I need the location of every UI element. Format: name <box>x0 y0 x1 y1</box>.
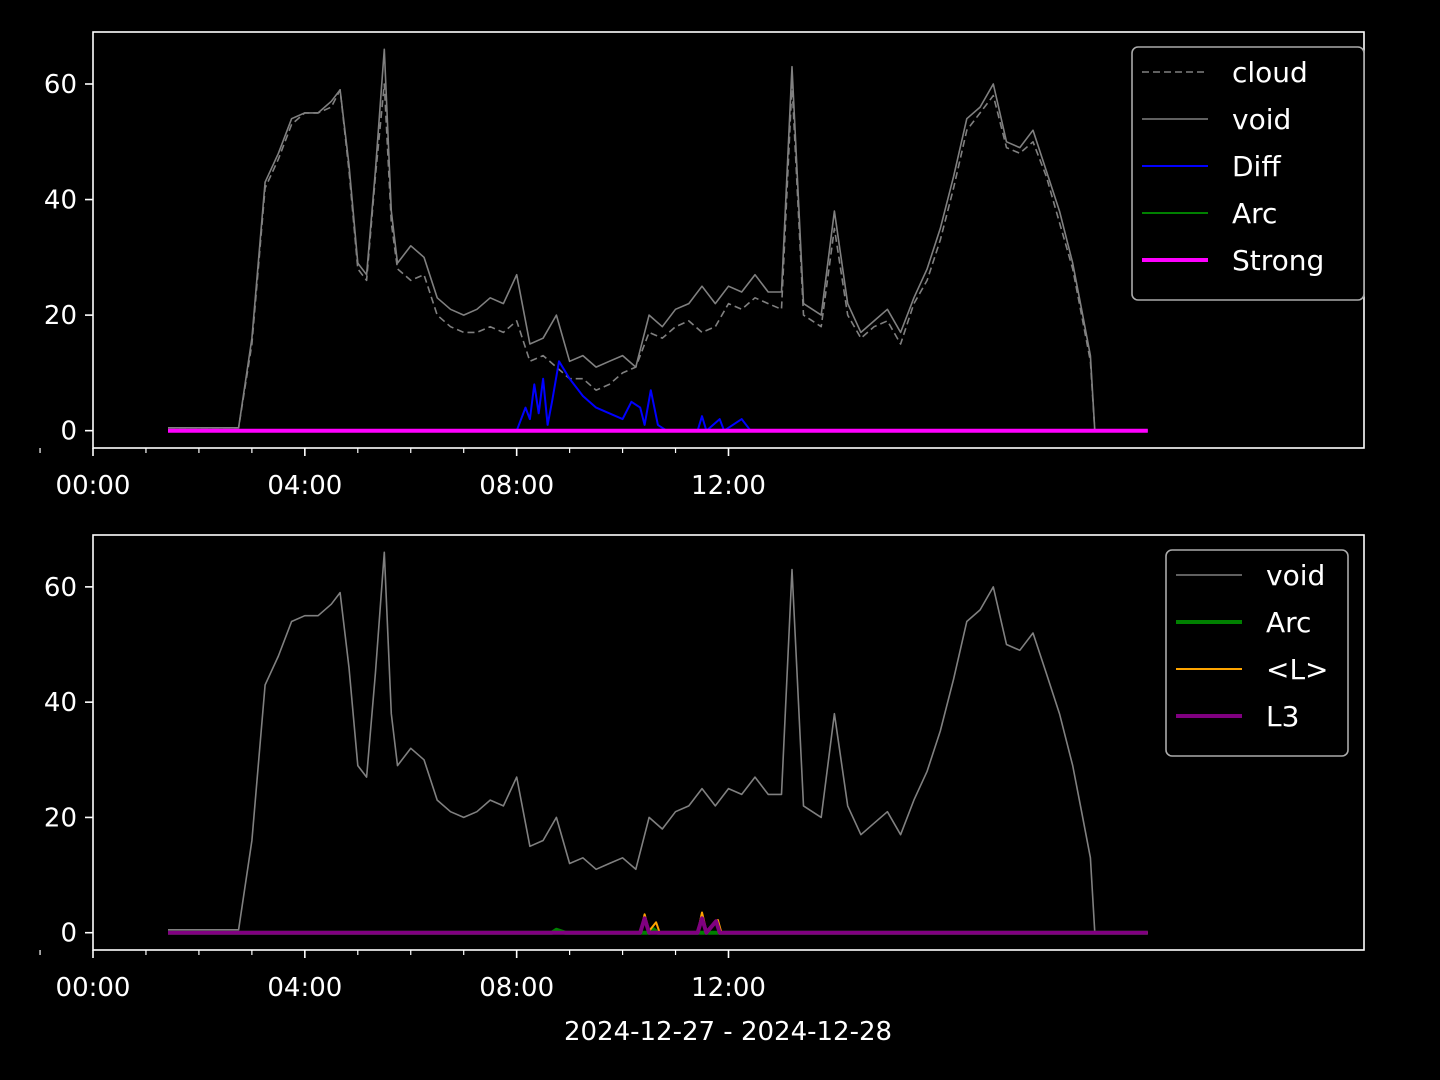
legend: void Arc <L> L3 <box>1165 549 1349 757</box>
legend-label: Arc <box>1266 606 1311 639</box>
legend-label: Diff <box>1232 150 1281 183</box>
x-tick-label: 04:00 <box>267 471 342 501</box>
x-tick-label: 12:00 <box>691 973 766 1003</box>
y-tick-label: 60 <box>44 573 77 603</box>
figure: 020406012:0016:0020:0000:0004:0008:0012:… <box>0 0 1440 1080</box>
legend: cloud void Diff Arc Strong <box>1131 46 1365 301</box>
y-tick-label: 20 <box>44 301 77 331</box>
x-tick-label: 00:00 <box>56 973 131 1003</box>
x-tick-label: 12:00 <box>691 471 766 501</box>
x-axis-label: 2024-12-27 - 2024-12-28 <box>564 1017 892 1047</box>
y-tick-label: 0 <box>60 919 77 949</box>
y-tick-label: 40 <box>44 186 77 216</box>
y-tick-label: 60 <box>44 70 77 100</box>
legend-label: <L> <box>1266 653 1329 686</box>
x-tick-label: 00:00 <box>56 471 131 501</box>
legend-label: L3 <box>1266 700 1299 733</box>
legend-label: Arc <box>1232 197 1277 230</box>
legend-label: Strong <box>1232 244 1324 277</box>
legend-label: void <box>1232 103 1291 136</box>
y-tick-label: 20 <box>44 803 77 833</box>
x-tick-label: 04:00 <box>267 973 342 1003</box>
x-tick-label: 08:00 <box>479 973 554 1003</box>
y-tick-label: 40 <box>44 688 77 718</box>
legend-label: void <box>1266 559 1325 592</box>
y-tick-label: 0 <box>60 417 77 447</box>
legend-label: cloud <box>1232 56 1308 89</box>
x-tick-label: 08:00 <box>479 471 554 501</box>
